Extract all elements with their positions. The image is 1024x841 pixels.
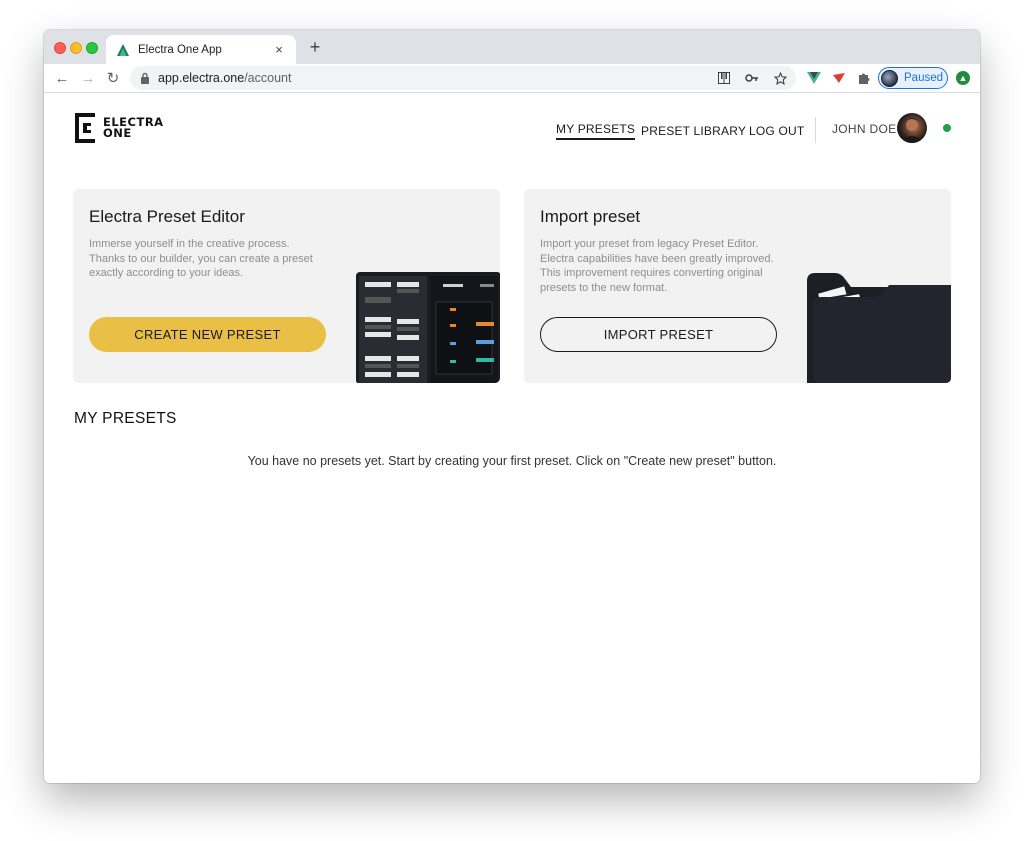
- minimize-window-button[interactable]: [70, 42, 82, 54]
- editor-screenshot-illustration: [356, 272, 500, 383]
- import-card-title: Import preset: [540, 207, 641, 226]
- address-bar[interactable]: app.electra.one/account: [130, 66, 796, 90]
- lock-icon: [140, 72, 150, 84]
- user-avatar[interactable]: [897, 113, 927, 143]
- browser-tab[interactable]: Electra One App ×: [106, 35, 296, 64]
- update-arrow-icon[interactable]: ▲: [956, 71, 970, 85]
- electra-logo-mark-icon: [75, 113, 95, 143]
- tab-close-icon[interactable]: ×: [272, 42, 286, 57]
- key-icon[interactable]: [744, 70, 760, 86]
- nav-my-presets-link[interactable]: MY PRESETS: [556, 122, 636, 140]
- online-status-indicator: [943, 124, 951, 132]
- user-name[interactable]: JOHN DOE: [832, 122, 896, 136]
- extension-todoist-icon[interactable]: [831, 70, 847, 86]
- logo-wordmark: ELECTRA ONE: [103, 115, 164, 140]
- close-window-button[interactable]: [54, 42, 66, 54]
- import-preset-button[interactable]: IMPORT PRESET: [540, 317, 777, 352]
- extensions-puzzle-icon[interactable]: [856, 70, 872, 86]
- new-tab-button[interactable]: +: [306, 38, 324, 56]
- import-card-description: Import your preset from legacy Preset Ed…: [540, 238, 774, 294]
- maximize-window-button[interactable]: [86, 42, 98, 54]
- back-button[interactable]: ←: [53, 69, 71, 87]
- editor-card-title: Electra Preset Editor: [89, 207, 245, 226]
- electra-logo[interactable]: ELECTRA ONE: [73, 112, 164, 144]
- profile-paused-button[interactable]: Paused: [878, 67, 948, 89]
- profile-status-label: Paused: [904, 72, 944, 84]
- header-divider: [815, 117, 816, 143]
- nav-preset-library-link[interactable]: PRESET LIBRARY: [641, 124, 746, 138]
- browser-toolbar: ← → ↻ app.electra.one/account Paused ▲: [44, 64, 980, 93]
- my-presets-heading: MY PRESETS: [74, 410, 177, 427]
- empty-presets-message: You have no presets yet. Start by creati…: [247, 454, 777, 468]
- profile-avatar: [881, 69, 898, 87]
- folder-icon: [807, 273, 951, 383]
- piano-icon[interactable]: [716, 70, 732, 86]
- browser-window: Electra One App × + ← → ↻ app.electra.on…: [44, 30, 980, 783]
- nav-log-out-link[interactable]: LOG OUT: [749, 124, 804, 138]
- nav-log-out[interactable]: LOG OUT: [749, 121, 804, 141]
- forward-button[interactable]: →: [79, 69, 97, 87]
- url-host: app.electra.one: [158, 71, 245, 85]
- reload-button[interactable]: ↻: [104, 69, 122, 87]
- editor-card-description: Immerse yourself in the creative process…: [89, 238, 313, 279]
- electra-favicon-icon: [116, 43, 130, 57]
- create-new-preset-button[interactable]: CREATE NEW PRESET: [89, 317, 326, 352]
- tab-title: Electra One App: [138, 43, 222, 56]
- preset-editor-card: Electra Preset Editor Immerse yourself i…: [73, 189, 500, 383]
- tab-strip: Electra One App × +: [44, 30, 980, 64]
- url-path: /account: [244, 71, 292, 85]
- nav-my-presets[interactable]: MY PRESETS: [556, 121, 636, 141]
- omnibox-actions: [716, 70, 788, 86]
- extension-vue-icon[interactable]: [806, 70, 822, 86]
- bookmark-star-icon[interactable]: [772, 70, 788, 86]
- app-page: ELECTRA ONE MY PRESETS PRESET LIBRARY LO…: [44, 94, 980, 783]
- import-preset-card: Import preset Import your preset from le…: [524, 189, 951, 383]
- nav-preset-library[interactable]: PRESET LIBRARY: [641, 121, 746, 141]
